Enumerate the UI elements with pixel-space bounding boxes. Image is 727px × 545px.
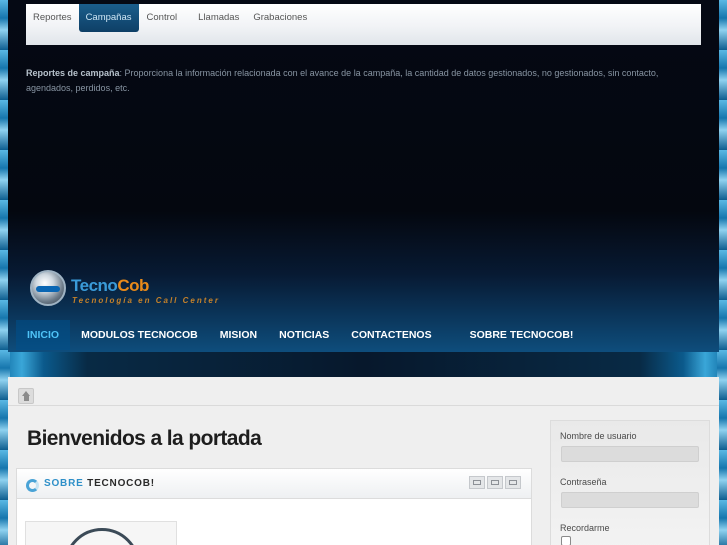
breadcrumb-divider <box>8 405 719 406</box>
main-nav: INICIO MODULOS TECNOCOB MISION NOTICIAS … <box>16 320 719 350</box>
nav-item-sobre-tecnocob[interactable]: SOBRE TECNOCOB! <box>459 320 585 350</box>
print-icon[interactable] <box>487 476 503 489</box>
description-heading: Reportes de campaña <box>26 68 120 78</box>
submenu-tab-campanas[interactable]: Campañas <box>78 4 139 32</box>
nav-item-modulos-tecnocob[interactable]: MODULOS TECNOCOB <box>70 320 209 350</box>
login-module: Nombre de usuario Contraseña Recordarme <box>550 420 710 545</box>
password-input[interactable] <box>561 492 699 508</box>
page-title: Bienvenidos a la portada <box>27 427 262 450</box>
submenu-tab-reportes[interactable]: Reportes <box>26 4 79 32</box>
remember-checkbox[interactable] <box>561 536 571 545</box>
logo-tagline: Tecnología en Call Center <box>72 296 220 305</box>
article-image <box>25 521 177 545</box>
article-bullet-icon <box>26 479 39 492</box>
submenu-tab-llamadas[interactable]: Llamadas <box>191 4 246 32</box>
username-label: Nombre de usuario <box>560 431 637 441</box>
remember-label: Recordarme <box>560 523 610 533</box>
globe-icon <box>30 270 66 306</box>
article-card: SOBRE TECNOCOB! <box>16 468 532 545</box>
password-label: Contraseña <box>560 477 607 487</box>
article-tools <box>469 476 521 489</box>
logo-wordmark: TecnoCob <box>71 276 149 295</box>
submenu-bar: Reportes Campañas Control Llamadas Graba… <box>26 4 701 45</box>
nav-item-contactenos[interactable]: CONTACTENOS <box>340 320 442 350</box>
article-header: SOBRE TECNOCOB! <box>17 469 531 499</box>
nav-item-inicio[interactable]: INICIO <box>16 320 71 350</box>
home-icon[interactable] <box>18 388 34 404</box>
submenu-tab-grabaciones[interactable]: Grabaciones <box>246 4 314 32</box>
nav-item-mision[interactable]: MISION <box>209 320 268 350</box>
site-logo[interactable]: TecnoCob Tecnología en Call Center <box>30 270 240 308</box>
nav-item-noticias[interactable]: NOTICIAS <box>268 320 340 350</box>
pdf-icon[interactable] <box>505 476 521 489</box>
description-text: : Proporciona la información relacionada… <box>26 68 659 93</box>
email-icon[interactable] <box>469 476 485 489</box>
submenu-description: Reportes de campaña: Proporciona la info… <box>26 66 686 96</box>
username-input[interactable] <box>561 446 699 462</box>
submenu-tab-control[interactable]: Control <box>139 4 192 32</box>
content-area: Bienvenidos a la portada SOBRE TECNOCOB!… <box>8 377 719 545</box>
article-title[interactable]: SOBRE TECNOCOB! <box>44 478 155 489</box>
